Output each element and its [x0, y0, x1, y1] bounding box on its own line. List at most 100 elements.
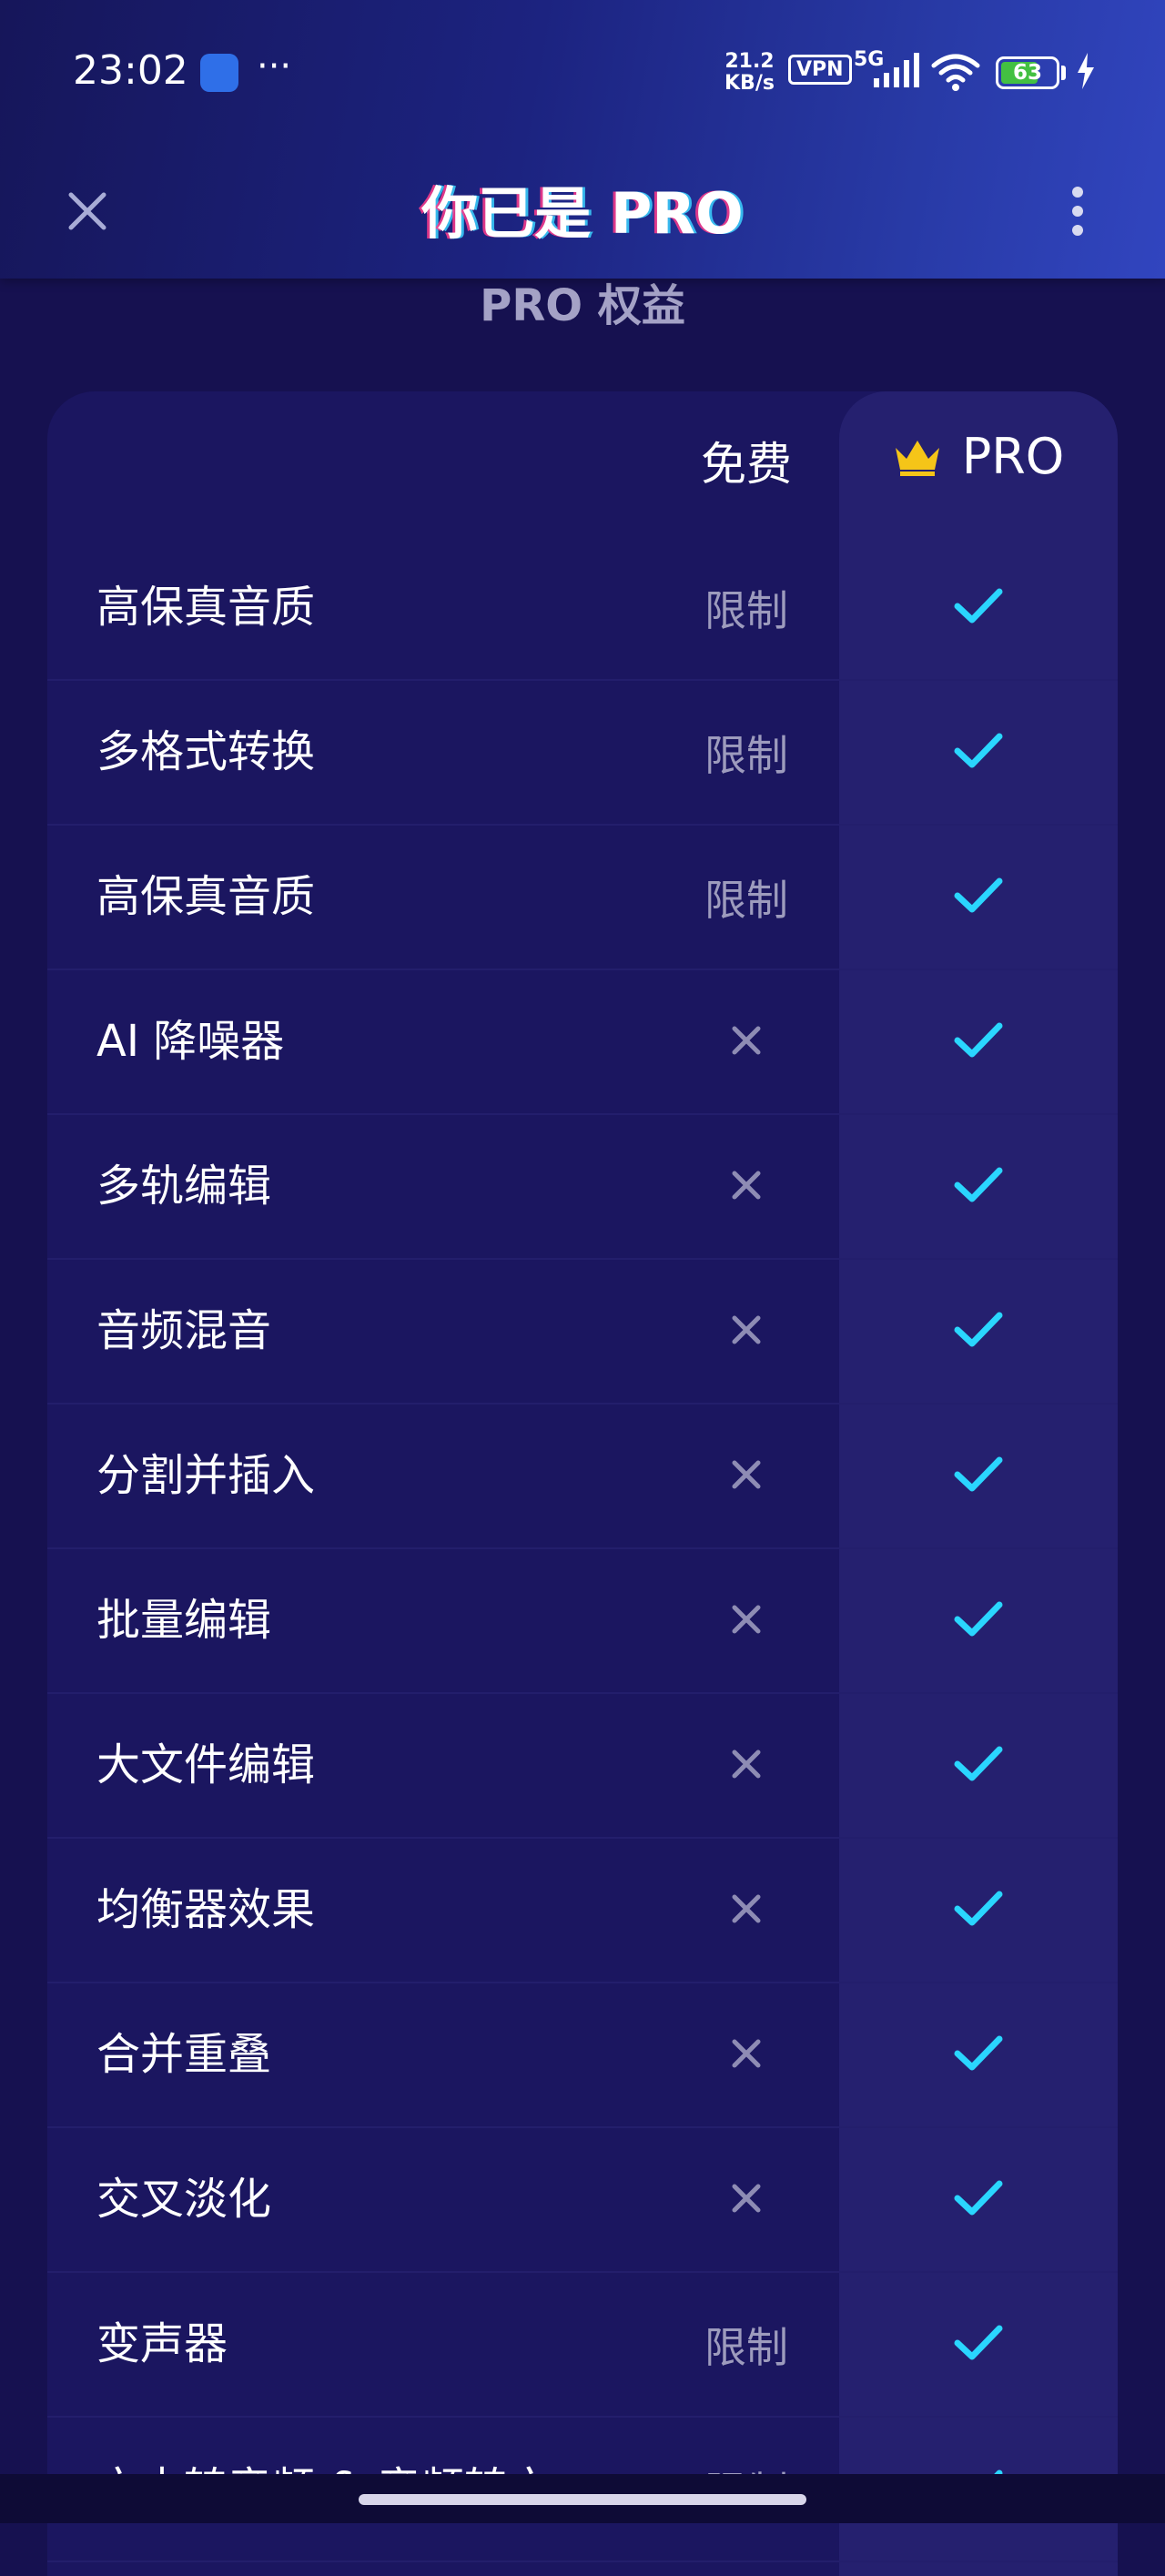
more-vertical-icon — [1072, 187, 1083, 236]
table-row: 合并重叠 — [47, 1983, 1118, 2128]
check-icon — [954, 1166, 1003, 1208]
feature-label: AI 降噪器 — [96, 1016, 285, 1067]
more-notifications-icon: ··· — [257, 46, 292, 87]
close-button[interactable] — [55, 178, 120, 244]
feature-label: 高保真音质 — [96, 582, 316, 633]
app-notification-icon — [200, 54, 238, 92]
free-cell — [619, 1115, 874, 1258]
column-header-pro: PRO — [839, 428, 1118, 485]
table-row: 均衡器效果 — [47, 1839, 1118, 1983]
table-row: 分割并插入 — [47, 1405, 1118, 1549]
column-header-pro-label: PRO — [961, 428, 1065, 485]
check-icon — [954, 732, 1003, 774]
table-row: 多轨编辑 — [47, 1115, 1118, 1260]
network-speed-unit: KB/s — [724, 72, 775, 95]
pro-cell — [839, 1983, 1118, 2126]
home-indicator[interactable] — [359, 2494, 806, 2505]
status-time: 23:02 — [73, 47, 188, 94]
free-cell: 限制 — [619, 826, 874, 969]
free-cell: 限制 — [619, 681, 874, 824]
feature-label: 高保真音质 — [96, 871, 316, 922]
more-options-button[interactable] — [1056, 178, 1099, 244]
free-cell — [619, 2128, 874, 2271]
check-icon — [954, 1745, 1003, 1787]
pro-cell — [839, 681, 1118, 824]
free-cell — [619, 1260, 874, 1403]
free-limit-text: 限制 — [704, 875, 788, 925]
free-cell — [619, 1405, 874, 1547]
cross-icon — [731, 2183, 762, 2217]
check-icon — [954, 1600, 1003, 1642]
free-cell — [619, 1694, 874, 1837]
pro-cell — [839, 1115, 1118, 1258]
cross-icon — [731, 1025, 762, 1060]
table-row: 高保真音质 限制 — [47, 536, 1118, 681]
cross-icon — [731, 1459, 762, 1494]
pro-comparison-table: 免费 PRO 高保真音质 限制 多格式转换 限制 高保真音质 限制 AI 降噪器 多轨编辑 音频… — [47, 391, 1118, 2576]
free-limit-text: 限制 — [704, 585, 788, 635]
feature-label: 变声器 — [96, 2318, 228, 2369]
wifi-icon — [931, 54, 980, 91]
check-icon — [954, 1455, 1003, 1497]
check-icon — [954, 2034, 1003, 2076]
cross-icon — [731, 1170, 762, 1204]
crown-icon — [895, 440, 939, 476]
table-row: 交叉淡化 — [47, 2128, 1118, 2273]
network-type: 5G — [854, 48, 884, 71]
feature-label: 大文件编辑 — [96, 1739, 316, 1790]
free-cell — [619, 970, 874, 1113]
free-cell: 限制 — [619, 536, 874, 679]
table-row: 音频混音 — [47, 1260, 1118, 1405]
cross-icon — [731, 1604, 762, 1638]
section-title: PRO 权益 — [480, 280, 685, 331]
network-speed: 21.2 KB/s — [724, 51, 775, 95]
pro-cell — [839, 1839, 1118, 1982]
table-row: 批量编辑 — [47, 1549, 1118, 1694]
feature-label: 多轨编辑 — [96, 1161, 272, 1212]
pro-cell — [839, 1694, 1118, 1837]
cross-icon — [731, 1314, 762, 1349]
vpn-badge: VPN — [788, 55, 852, 85]
feature-label: 批量编辑 — [96, 1595, 272, 1646]
free-cell — [619, 1983, 874, 2126]
pro-cell — [839, 970, 1118, 1113]
pro-cell — [839, 2128, 1118, 2271]
top-bar: 23:02 ··· 21.2 KB/s VPN 5G 63 你已是 PRO — [0, 0, 1165, 279]
table-row: 变声器 限制 — [47, 2273, 1118, 2418]
table-row: 多格式转换 限制 — [47, 681, 1118, 826]
feature-label: 多格式转换 — [96, 726, 316, 777]
battery-level: 63 — [1012, 61, 1042, 85]
feature-label: 合并重叠 — [96, 2029, 272, 2080]
cross-icon — [731, 1893, 762, 1928]
cross-icon — [731, 2038, 762, 2073]
feature-label: 均衡器效果 — [96, 1884, 316, 1935]
close-icon — [68, 192, 106, 230]
feature-rows: 高保真音质 限制 多格式转换 限制 高保真音质 限制 AI 降噪器 多轨编辑 音频混音 分割并插入… — [47, 536, 1118, 2562]
feature-label: 分割并插入 — [96, 1450, 316, 1501]
charging-icon — [1078, 53, 1094, 89]
check-icon — [954, 2179, 1003, 2221]
network-speed-value: 21.2 — [724, 50, 775, 73]
cross-icon — [731, 1749, 762, 1783]
battery-icon: 63 — [996, 56, 1059, 89]
free-limit-text: 限制 — [704, 730, 788, 780]
check-icon — [954, 1890, 1003, 1932]
navigation-bar — [0, 2474, 1165, 2523]
check-icon — [954, 1311, 1003, 1353]
check-icon — [954, 587, 1003, 629]
pro-cell — [839, 536, 1118, 679]
column-header-free: 免费 — [701, 438, 792, 491]
pro-cell — [839, 1405, 1118, 1547]
table-row: 大文件编辑 — [47, 1694, 1118, 1839]
page-title: 你已是 PRO — [421, 180, 744, 247]
signal-icon: 5G — [854, 48, 919, 87]
feature-label: 音频混音 — [96, 1305, 272, 1356]
free-limit-text: 限制 — [704, 2322, 788, 2372]
free-cell — [619, 1549, 874, 1692]
table-row: 高保真音质 限制 — [47, 826, 1118, 970]
free-cell: 限制 — [619, 2273, 874, 2416]
feature-label: 交叉淡化 — [96, 2174, 272, 2225]
pro-cell — [839, 1549, 1118, 1692]
pro-cell — [839, 826, 1118, 969]
check-icon — [954, 877, 1003, 918]
